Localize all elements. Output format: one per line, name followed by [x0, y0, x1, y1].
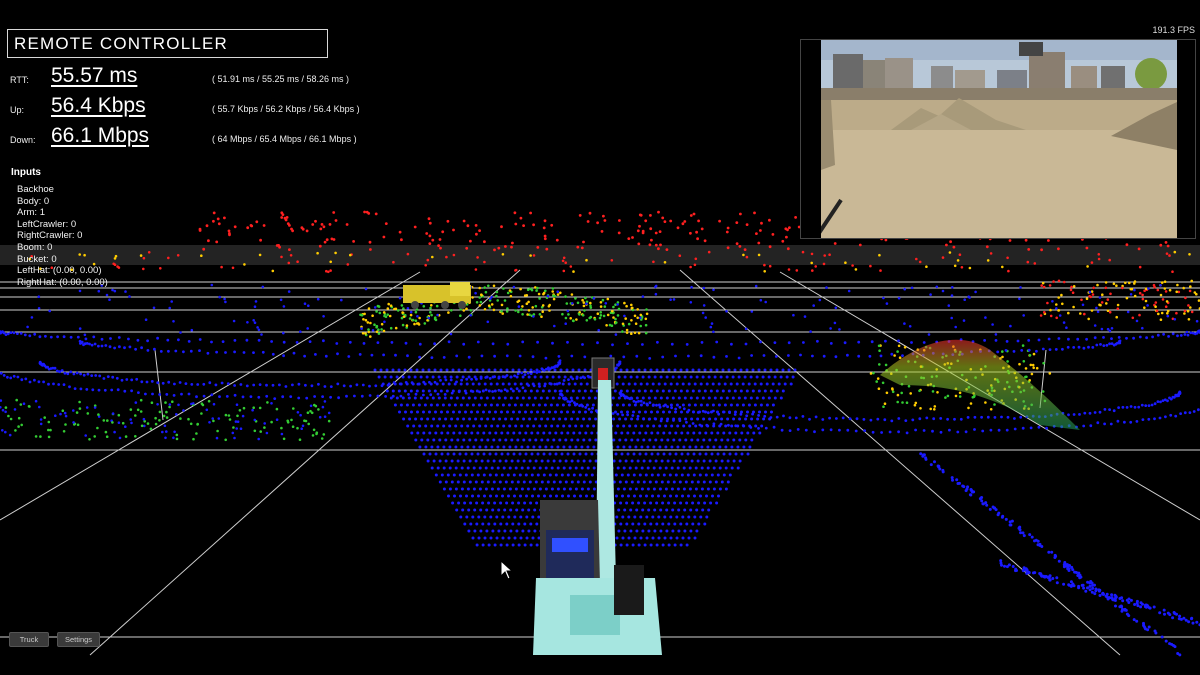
inputs-title: Inputs [11, 167, 41, 178]
input-item: Boom: 0 [17, 241, 53, 253]
input-item: LeftHat: (0.00, 0.00) [17, 265, 102, 277]
down-stats: ( 64 Mbps / 65.4 Mbps / 66.1 Mbps ) [212, 134, 357, 144]
input-item: LeftCrawler: 0 [17, 218, 77, 230]
down-metric: Down: 66.1 Mbps ( 64 Mbps / 65.4 Mbps / … [10, 122, 430, 148]
app-title-box: REMOTE CONTROLLER [7, 29, 328, 58]
mouse-cursor-icon [500, 560, 514, 580]
truck-button[interactable]: Truck [9, 632, 49, 647]
settings-button[interactable]: Settings [57, 632, 100, 647]
input-item: Body: 0 [17, 195, 50, 207]
up-metric: Up: 56.4 Kbps ( 55.7 Kbps / 56.2 Kbps / … [10, 92, 430, 118]
app-title: REMOTE CONTROLLER [14, 34, 229, 53]
fps-counter: 191.3 FPS [1152, 25, 1195, 35]
down-label: Down: [10, 135, 36, 145]
horizon-band [0, 245, 1200, 265]
mound-right [880, 339, 1080, 430]
rtt-stats: ( 51.91 ms / 55.25 ms / 58.26 ms ) [212, 74, 350, 84]
up-value: 56.4 Kbps [51, 94, 146, 117]
up-label: Up: [10, 105, 25, 115]
inputs-list: Backhoe Body: 0 Arm: 1 LeftCrawler: 0 Ri… [17, 184, 108, 288]
down-value: 66.1 Mbps [51, 124, 150, 147]
input-item: RightHat: (0.00, 0.00) [17, 276, 108, 288]
input-item: Backhoe [17, 184, 54, 195]
camera-image [821, 40, 1177, 238]
input-item: Arm: 1 [17, 207, 45, 219]
rtt-value: 55.57 ms [51, 64, 138, 87]
input-item: RightCrawler: 0 [17, 230, 83, 242]
camera-feed[interactable] [800, 39, 1196, 239]
input-item: Bucket: 0 [17, 253, 57, 265]
up-stats: ( 55.7 Kbps / 56.2 Kbps / 56.4 Kbps ) [212, 104, 360, 114]
rtt-metric: RTT: 55.57 ms ( 51.91 ms / 55.25 ms / 58… [10, 62, 430, 88]
rtt-label: RTT: [10, 75, 29, 85]
